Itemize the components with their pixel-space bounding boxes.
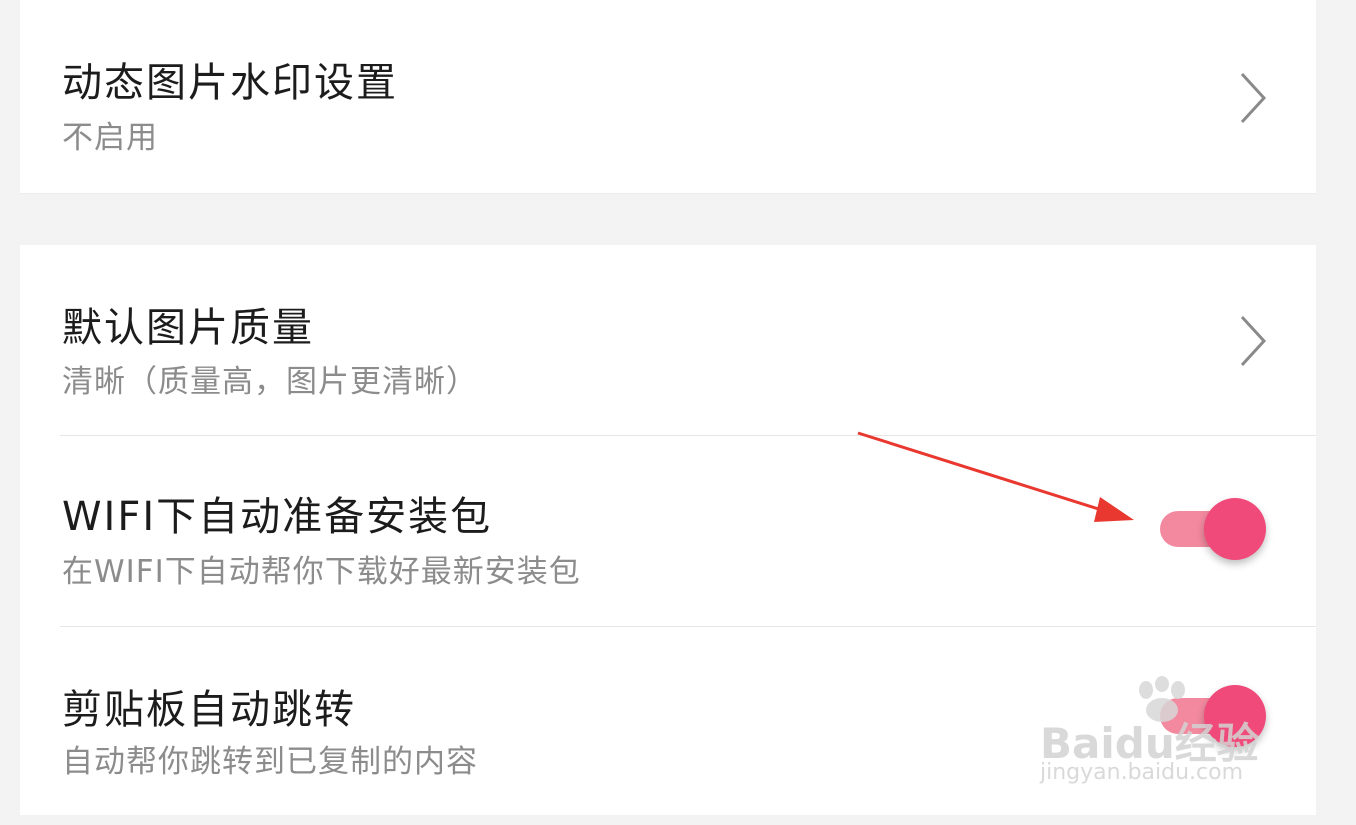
wifi-install-row: WIFI下自动准备安装包 在WIFI下自动帮你下载好最新安装包: [20, 436, 1316, 626]
settings-page: 动态图片水印设置 不启用 默认图片质量 清晰（质量高，图片更清晰） WIFI下自…: [0, 0, 1356, 825]
chevron-right-icon: [1240, 315, 1267, 367]
clipboard-jump-toggle[interactable]: [1160, 685, 1268, 747]
watermark-setting-row[interactable]: 动态图片水印设置 不启用: [20, 0, 1316, 193]
clipboard-jump-title: 剪贴板自动跳转: [62, 687, 356, 733]
image-quality-row[interactable]: 默认图片质量 清晰（质量高，图片更清晰）: [20, 245, 1316, 435]
wifi-install-title: WIFI下自动准备安装包: [62, 494, 493, 540]
wifi-install-toggle[interactable]: [1160, 498, 1268, 560]
toggle-knob: [1204, 685, 1266, 747]
image-quality-title: 默认图片质量: [62, 305, 314, 351]
watermark-setting-title: 动态图片水印设置: [62, 60, 398, 106]
settings-group-2: 默认图片质量 清晰（质量高，图片更清晰） WIFI下自动准备安装包 在WIFI下…: [20, 245, 1316, 815]
wifi-install-subtitle: 在WIFI下自动帮你下载好最新安装包: [62, 554, 581, 590]
clipboard-jump-row: 剪贴板自动跳转 自动帮你跳转到已复制的内容: [20, 627, 1316, 815]
image-quality-subtitle: 清晰（质量高，图片更清晰）: [62, 364, 478, 400]
settings-group-1: 动态图片水印设置 不启用: [20, 0, 1316, 194]
chevron-right-icon: [1240, 72, 1267, 124]
clipboard-jump-subtitle: 自动帮你跳转到已复制的内容: [62, 744, 478, 780]
toggle-knob: [1204, 498, 1266, 560]
watermark-setting-subtitle: 不启用: [62, 120, 158, 156]
